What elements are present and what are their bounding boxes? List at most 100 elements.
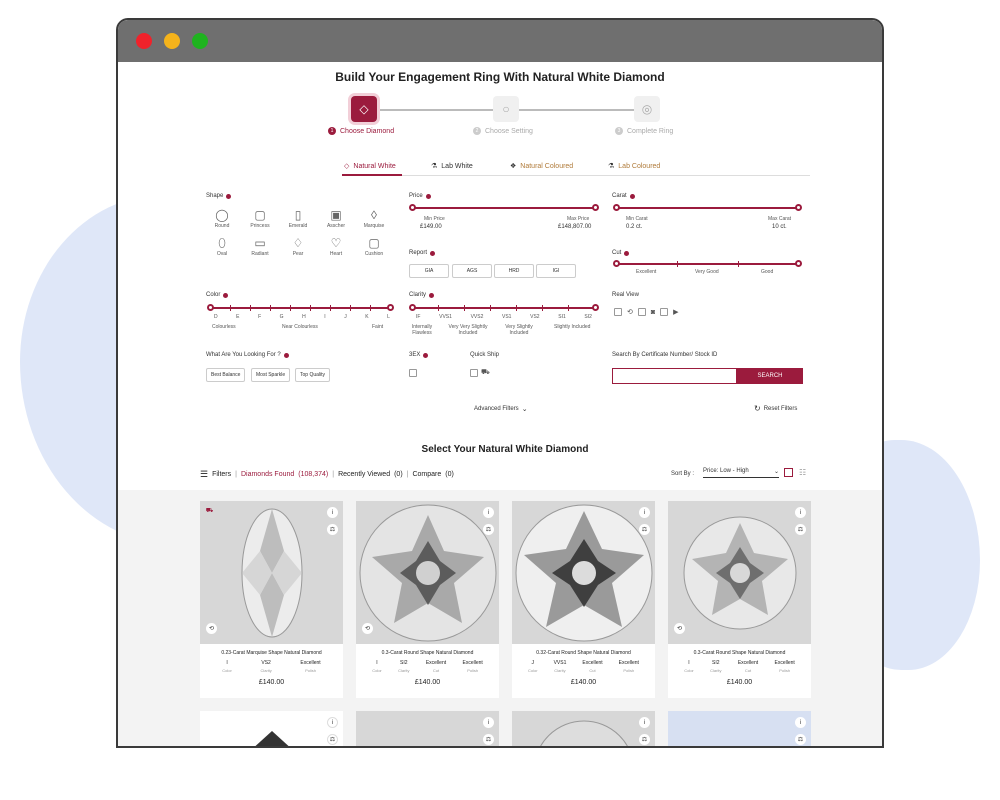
360-view-icon[interactable]: ⟲ (206, 623, 217, 634)
info-icon[interactable]: i (327, 507, 338, 518)
info-icon[interactable]: i (795, 507, 806, 518)
diamond-card[interactable]: i ⚖ ⟲ 0.3-Carat Round Shape Natural Diam… (668, 501, 811, 698)
spec-label: Color (222, 668, 232, 673)
info-icon[interactable]: i (639, 507, 650, 518)
step-choose-diamond[interactable]: ◇ (351, 96, 377, 122)
cut-max-handle[interactable] (795, 260, 802, 267)
step-complete-ring[interactable]: ◎ (634, 96, 660, 122)
compare-scale-icon[interactable]: ⚖ (483, 524, 494, 535)
info-icon[interactable] (223, 292, 229, 298)
filters-button[interactable]: Filters (212, 471, 231, 478)
report-gia-chip[interactable]: GIA (409, 264, 449, 278)
tab-lab-coloured[interactable]: ⚗ Lab Coloured (608, 162, 660, 171)
clarity-slider[interactable] (409, 304, 599, 311)
shape-radiant[interactable]: ▭ Radiant (242, 235, 278, 257)
diamond-card[interactable]: i ⚖ (512, 711, 655, 746)
tab-natural-coloured[interactable]: ❖ Natural Coloured (510, 162, 573, 171)
best-balance-chip[interactable]: Best Balance (206, 368, 246, 382)
info-icon[interactable]: i (327, 717, 338, 728)
info-icon[interactable]: i (483, 507, 494, 518)
diamond-title: 0.23-Carat Marquise Shape Natural Diamon… (221, 650, 322, 656)
info-icon[interactable]: i (639, 717, 650, 728)
diamond-card[interactable]: i ⚖ (200, 711, 343, 746)
info-icon[interactable]: i (483, 717, 494, 728)
spec-polish: Excellent Polish (775, 660, 795, 673)
list-view-icon[interactable]: ☷ (799, 468, 806, 477)
compare-scale-icon[interactable]: ⚖ (795, 524, 806, 535)
color-max-handle[interactable] (387, 304, 394, 311)
maximize-window-dot[interactable] (192, 33, 208, 49)
quick-ship-checkbox[interactable] (470, 369, 478, 377)
diamond-card[interactable]: i ⚖ ⟲ 0.3-Carat Round Shape Natural Diam… (356, 501, 499, 698)
diamond-card[interactable]: i ⚖ (668, 711, 811, 746)
info-icon[interactable] (425, 193, 431, 199)
shape-oval[interactable]: ⬯ Oval (204, 235, 240, 257)
step-choose-setting[interactable]: ○ (493, 96, 519, 122)
real-view-photo-checkbox[interactable] (637, 308, 646, 316)
report-ags-chip[interactable]: AGS (452, 264, 492, 278)
info-icon[interactable] (624, 250, 630, 256)
info-icon[interactable] (283, 352, 289, 358)
info-icon[interactable] (629, 193, 635, 199)
filters-sliders-icon[interactable]: ☰ (200, 469, 208, 480)
price-min-handle[interactable] (409, 204, 416, 211)
carat-slider[interactable] (613, 204, 802, 211)
compare-scale-icon[interactable]: ⚖ (327, 524, 338, 535)
clarity-min-handle[interactable] (409, 304, 416, 311)
search-button[interactable]: SEARCH (737, 368, 803, 384)
360-view-icon[interactable]: ⟲ (362, 623, 373, 634)
shape-label: Marquise (363, 223, 385, 229)
compare-scale-icon[interactable]: ⚖ (639, 734, 650, 745)
diamond-card[interactable]: ⛟ i ⚖ ⟲ 0.23-Carat Marquise Shape Natura… (200, 501, 343, 698)
diamond-card[interactable]: i ⚖ (356, 711, 499, 746)
price-slider[interactable] (409, 204, 599, 211)
reset-filters-button[interactable]: ↻ Reset Filters (754, 404, 797, 413)
shape-round[interactable]: ◯ Round (204, 207, 240, 229)
compare-link[interactable]: Compare (412, 471, 441, 478)
360-view-icon[interactable]: ⟲ (674, 623, 685, 634)
shape-marquise[interactable]: ◊ Marquise (356, 207, 392, 229)
tab-lab-white[interactable]: ⚗ Lab White (431, 162, 473, 171)
report-hrd-chip[interactable]: HRD (494, 264, 534, 278)
info-icon[interactable] (430, 250, 436, 256)
shape-emerald[interactable]: ▯ Emerald (280, 207, 316, 229)
sort-select[interactable]: Price: Low - High ⌄ (703, 468, 779, 478)
close-window-dot[interactable] (136, 33, 152, 49)
recently-viewed-link[interactable]: Recently Viewed (338, 471, 390, 478)
step-label-text: Choose Setting (485, 127, 533, 135)
carat-max-handle[interactable] (795, 204, 802, 211)
compare-scale-icon[interactable]: ⚖ (639, 524, 650, 535)
shape-princess[interactable]: ▢ Princess (242, 207, 278, 229)
diamond-card[interactable]: i ⚖ 0.32-Carat Round Shape Natural Diamo… (512, 501, 655, 698)
color-min-handle[interactable] (207, 304, 214, 311)
real-view-360-checkbox[interactable] (614, 308, 622, 316)
shape-cushion[interactable]: ▢ Cushion (356, 235, 392, 257)
certificate-search-input[interactable] (612, 368, 737, 384)
shape-pear[interactable]: ♢ Pear (280, 235, 316, 257)
most-sparkle-chip[interactable]: Most Sparkle (251, 368, 291, 382)
shape-asscher[interactable]: ▣ Asscher (318, 207, 354, 229)
shape-heart[interactable]: ♡ Heart (318, 235, 354, 257)
cut-min-handle[interactable] (613, 260, 620, 267)
price-max-handle[interactable] (592, 204, 599, 211)
color-slider[interactable] (207, 304, 394, 311)
compare-scale-icon[interactable]: ⚖ (795, 734, 806, 745)
3ex-checkbox[interactable] (409, 369, 417, 377)
info-icon[interactable]: i (795, 717, 806, 728)
info-icon[interactable] (226, 193, 232, 199)
real-view-video-checkbox[interactable] (660, 308, 669, 316)
info-icon[interactable] (423, 352, 429, 358)
report-igi-chip[interactable]: IGI (536, 264, 576, 278)
minimize-window-dot[interactable] (164, 33, 180, 49)
carat-min-handle[interactable] (613, 204, 620, 211)
compare-scale-icon[interactable]: ⚖ (483, 734, 494, 745)
spec-label: Color (684, 668, 694, 673)
advanced-filters-toggle[interactable]: Advanced Filters ⌄ (474, 405, 528, 413)
grid-view-icon[interactable] (784, 468, 793, 477)
cut-slider[interactable] (613, 260, 802, 267)
tab-natural-white[interactable]: ◇ Natural White (344, 162, 396, 171)
clarity-max-handle[interactable] (592, 304, 599, 311)
top-quality-chip[interactable]: Top Quality (295, 368, 331, 382)
compare-scale-icon[interactable]: ⚖ (327, 734, 338, 745)
info-icon[interactable] (429, 292, 435, 298)
